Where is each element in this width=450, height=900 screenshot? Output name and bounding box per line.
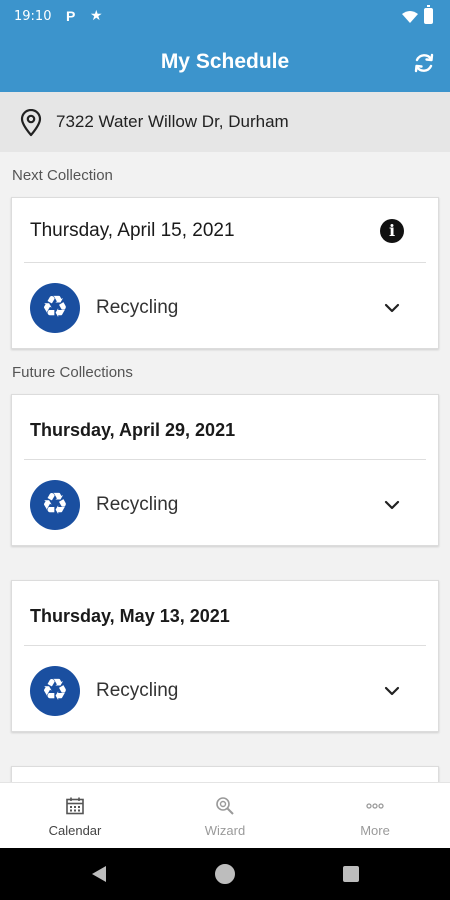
nav-item-wizard[interactable]: Wizard <box>150 783 300 849</box>
future-collection-card: Thursday, May 13, 2021 ♻ Recycling <box>11 580 439 732</box>
nav-label: More <box>360 823 390 838</box>
app-bar: My Schedule <box>0 34 450 92</box>
pin-icon <box>20 109 42 137</box>
back-icon[interactable] <box>91 865 107 883</box>
status-time: 19:10 <box>14 9 52 24</box>
collection-date: Thursday, May 13, 2021 <box>30 606 230 626</box>
parking-notification-icon: P <box>66 8 76 24</box>
collection-date: Thursday, April 29, 2021 <box>30 420 236 440</box>
next-collection-card: Thursday, April 15, 2021 i ♻ Recycling <box>11 197 439 349</box>
nav-label: Calendar <box>48 823 102 838</box>
info-icon[interactable]: i <box>380 219 404 243</box>
recycling-icon: ♻ <box>30 480 80 530</box>
future-collections-label: Future Collections <box>12 364 133 381</box>
card-divider <box>24 262 426 263</box>
future-collection-card: Thursday, April 29, 2021 ♻ Recycling <box>11 394 439 546</box>
status-bar: 19:10 P ★ <box>0 0 450 34</box>
system-nav-bar <box>0 848 450 900</box>
card-divider <box>24 645 426 646</box>
page-title: My Schedule <box>160 50 290 73</box>
nav-item-more[interactable]: More <box>300 783 450 849</box>
chevron-down-icon[interactable] <box>382 681 402 701</box>
chevron-down-icon[interactable] <box>382 495 402 515</box>
address-bar[interactable]: 7322 Water Willow Dr, Durham <box>0 92 450 152</box>
next-collection-label: Next Collection <box>12 167 113 184</box>
recents-icon[interactable] <box>343 866 359 882</box>
calendar-icon <box>66 797 84 815</box>
address-text: 7322 Water Willow Dr, Durham <box>56 112 289 131</box>
waste-type-label: Recycling <box>96 494 179 515</box>
home-icon[interactable] <box>215 864 235 884</box>
waste-type-label: Recycling <box>96 680 179 701</box>
star-notification-icon: ★ <box>90 7 103 23</box>
recycling-icon: ♻ <box>30 666 80 716</box>
wifi-icon <box>402 11 418 23</box>
collection-date: Thursday, April 15, 2021 <box>30 220 235 241</box>
wizard-search-icon <box>216 797 234 815</box>
card-divider <box>24 459 426 460</box>
nav-label: Wizard <box>204 823 246 838</box>
more-dots-icon <box>366 803 384 809</box>
chevron-down-icon[interactable] <box>382 298 402 318</box>
nav-item-calendar[interactable]: Calendar <box>0 783 150 849</box>
waste-type-label: Recycling <box>96 297 179 318</box>
refresh-icon[interactable] <box>412 51 436 75</box>
recycling-icon: ♻ <box>30 283 80 333</box>
battery-icon <box>424 5 433 24</box>
bottom-nav: Calendar Wizard More <box>0 782 450 848</box>
